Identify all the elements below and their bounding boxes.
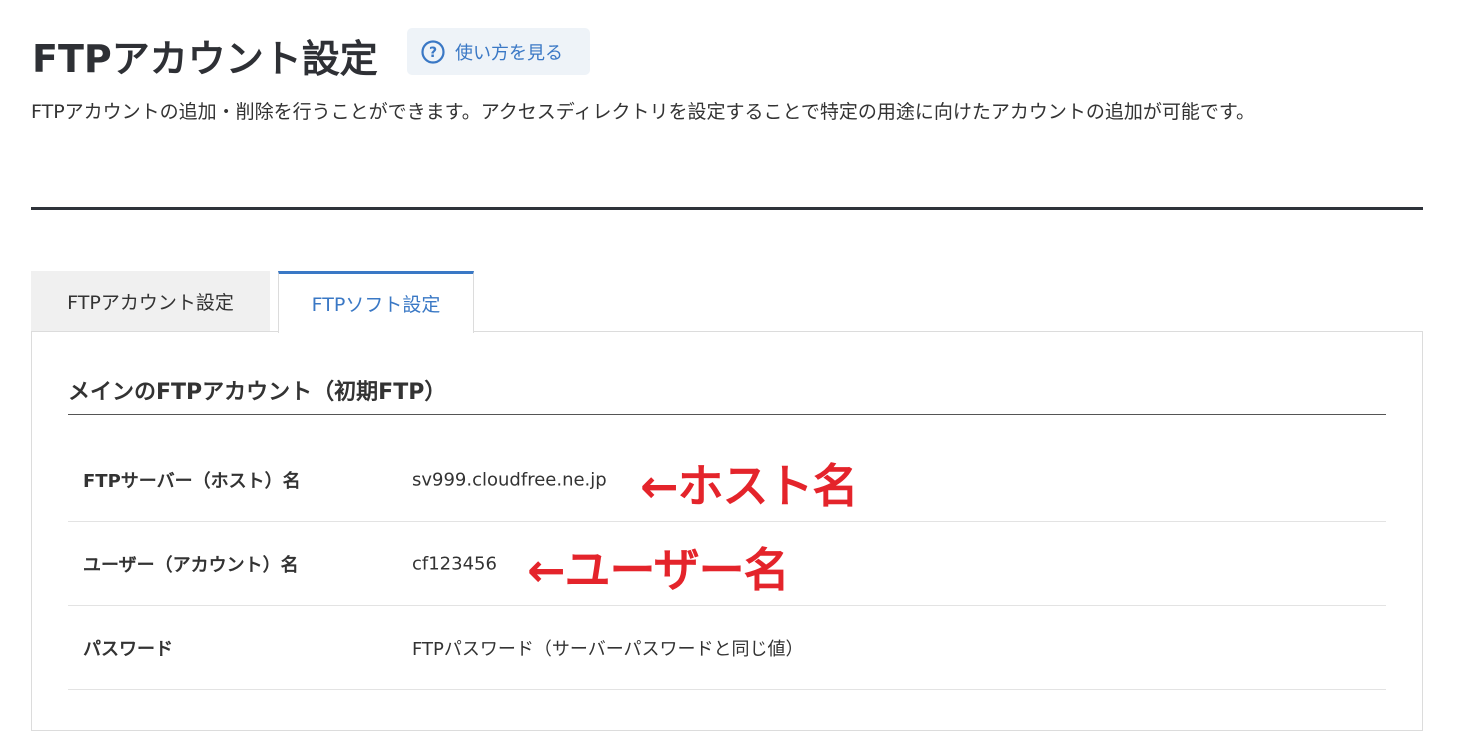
- section-divider: [31, 207, 1423, 210]
- tab-ftp-account-settings[interactable]: FTPアカウント設定: [31, 271, 270, 332]
- page-title: FTPアカウント設定: [32, 37, 378, 81]
- row-label: FTPサーバー（ホスト）名: [83, 470, 301, 492]
- page-description: FTPアカウントの追加・削除を行うことができます。アクセスディレクトリを設定する…: [31, 101, 1256, 123]
- row-label: パスワード: [83, 638, 173, 660]
- tab-ftp-software-settings[interactable]: FTPソフト設定: [278, 271, 474, 333]
- annotation-username: ←ユーザー名: [527, 543, 790, 597]
- row-value-password: FTPパスワード（サーバーパスワードと同じ値）: [412, 638, 804, 660]
- row-value-username: cf123456: [412, 553, 497, 574]
- row-password: パスワード FTPパスワード（サーバーパスワードと同じ値）: [68, 606, 1386, 690]
- panel-heading: メインのFTPアカウント（初期FTP）: [68, 380, 447, 405]
- help-button[interactable]: ? 使い方を見る: [407, 28, 590, 75]
- row-value-host: sv999.cloudfree.ne.jp: [412, 469, 607, 490]
- help-button-label: 使い方を見る: [455, 42, 563, 64]
- question-circle-icon: ?: [421, 39, 445, 64]
- heading-divider: [68, 414, 1386, 415]
- svg-text:?: ?: [429, 45, 437, 61]
- annotation-host: ←ホスト名: [640, 459, 859, 513]
- settings-panel: メインのFTPアカウント（初期FTP） FTPサーバー（ホスト）名 sv999.…: [31, 331, 1423, 731]
- row-label: ユーザー（アカウント）名: [83, 554, 299, 576]
